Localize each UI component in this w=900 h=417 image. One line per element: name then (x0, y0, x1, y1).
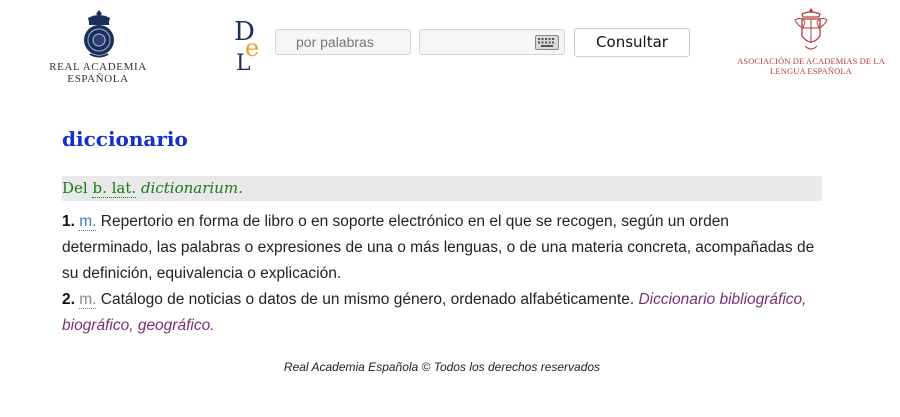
keyboard-icon[interactable] (535, 35, 559, 50)
asale-name-line2: LENGUA ESPAÑOLA (770, 66, 852, 76)
asale-name-line1: ASOCIACIÓN DE ACADEMIAS DE LA (737, 56, 885, 66)
etymology-prefix: Del (62, 179, 88, 197)
footer-copyright: Real Academia Española © Todos los derec… (283, 360, 601, 374)
svg-text:L: L (236, 51, 251, 72)
etymology-etymon: dictionarium. (140, 179, 243, 197)
acepcion-2: 2. m. Catálogo de noticias o datos de un… (62, 287, 822, 339)
etymology: Del b. lat. dictionarium. (62, 176, 822, 201)
asale-name: ASOCIACIÓN DE ACADEMIAS DE LA LENGUA ESP… (736, 56, 886, 76)
rae-logo-link[interactable]: REAL ACADEMIA ESPAÑOLA (18, 8, 178, 85)
acepcion-1: 1. m. Repertorio en forma de libro o en … (62, 209, 822, 287)
site-header: REAL ACADEMIA ESPAÑOLA D e L por palabra… (0, 0, 900, 90)
asale-logo-link[interactable]: ASOCIACIÓN DE ACADEMIAS DE LA LENGUA ESP… (736, 6, 886, 81)
grammar-abbr-link[interactable]: m. (79, 213, 97, 231)
dictionary-entry: diccionario Del b. lat. dictionarium. 1.… (62, 122, 822, 339)
rae-crest-icon (84, 10, 114, 58)
acepcion-definition: Catálogo de noticias o datos de un mismo… (100, 291, 635, 308)
etymology-abbr-link[interactable]: b. lat. (92, 179, 137, 198)
acepcion-number: 1. (62, 213, 75, 230)
acepcion-number: 2. (62, 291, 75, 308)
grammar-abbr-link[interactable]: m. (79, 291, 97, 309)
asale-crest-icon (794, 8, 828, 50)
acepcion-definition: Repertorio en forma de libro o en soport… (62, 213, 815, 282)
dle-logo-icon[interactable]: D e L (232, 16, 268, 72)
search-mode-input[interactable]: por palabras (275, 29, 411, 55)
headword: diccionario (62, 127, 188, 151)
search-field[interactable] (419, 29, 565, 55)
rae-name: REAL ACADEMIA ESPAÑOLA (49, 61, 147, 85)
consultar-button[interactable]: Consultar (574, 28, 690, 57)
